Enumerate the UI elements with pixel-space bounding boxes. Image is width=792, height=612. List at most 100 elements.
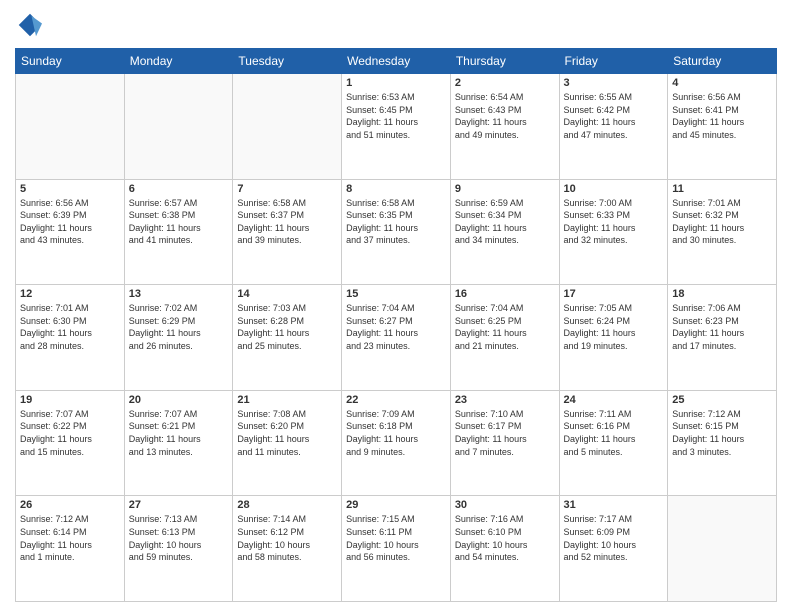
day-info: Sunrise: 6:53 AM Sunset: 6:45 PM Dayligh… [346,91,446,141]
calendar-cell: 25 Sunrise: 7:12 AM Sunset: 6:15 PM Dayli… [668,390,777,496]
day-number: 29 [346,499,446,511]
weekday-header: Sunday [16,49,125,74]
calendar-cell: 12 Sunrise: 7:01 AM Sunset: 6:30 PM Dayli… [16,285,125,391]
calendar-cell: 2 Sunrise: 6:54 AM Sunset: 6:43 PM Daylig… [450,74,559,180]
day-info: Sunrise: 7:07 AM Sunset: 6:21 PM Dayligh… [129,408,229,458]
day-number: 4 [672,77,772,89]
day-info: Sunrise: 7:13 AM Sunset: 6:13 PM Dayligh… [129,513,229,563]
day-number: 1 [346,77,446,89]
day-info: Sunrise: 7:06 AM Sunset: 6:23 PM Dayligh… [672,302,772,352]
day-info: Sunrise: 7:15 AM Sunset: 6:11 PM Dayligh… [346,513,446,563]
calendar-cell: 5 Sunrise: 6:56 AM Sunset: 6:39 PM Daylig… [16,179,125,285]
day-number: 25 [672,394,772,406]
day-number: 18 [672,288,772,300]
day-number: 30 [455,499,555,511]
day-number: 13 [129,288,229,300]
day-info: Sunrise: 7:04 AM Sunset: 6:27 PM Dayligh… [346,302,446,352]
weekday-header: Friday [559,49,668,74]
day-number: 21 [237,394,337,406]
logo-icon [15,10,45,40]
calendar-cell: 23 Sunrise: 7:10 AM Sunset: 6:17 PM Dayli… [450,390,559,496]
day-info: Sunrise: 6:55 AM Sunset: 6:42 PM Dayligh… [564,91,664,141]
weekday-header: Saturday [668,49,777,74]
day-number: 23 [455,394,555,406]
day-info: Sunrise: 7:12 AM Sunset: 6:15 PM Dayligh… [672,408,772,458]
calendar-cell: 11 Sunrise: 7:01 AM Sunset: 6:32 PM Dayli… [668,179,777,285]
calendar-cell: 16 Sunrise: 7:04 AM Sunset: 6:25 PM Dayli… [450,285,559,391]
calendar-cell: 21 Sunrise: 7:08 AM Sunset: 6:20 PM Dayli… [233,390,342,496]
calendar-cell: 22 Sunrise: 7:09 AM Sunset: 6:18 PM Dayli… [342,390,451,496]
day-number: 22 [346,394,446,406]
day-info: Sunrise: 7:07 AM Sunset: 6:22 PM Dayligh… [20,408,120,458]
day-number: 12 [20,288,120,300]
calendar-cell: 3 Sunrise: 6:55 AM Sunset: 6:42 PM Daylig… [559,74,668,180]
calendar-cell: 18 Sunrise: 7:06 AM Sunset: 6:23 PM Dayli… [668,285,777,391]
calendar-cell: 20 Sunrise: 7:07 AM Sunset: 6:21 PM Dayli… [124,390,233,496]
day-number: 10 [564,183,664,195]
day-number: 11 [672,183,772,195]
day-info: Sunrise: 7:17 AM Sunset: 6:09 PM Dayligh… [564,513,664,563]
day-info: Sunrise: 7:05 AM Sunset: 6:24 PM Dayligh… [564,302,664,352]
day-info: Sunrise: 7:02 AM Sunset: 6:29 PM Dayligh… [129,302,229,352]
weekday-header: Monday [124,49,233,74]
calendar-cell: 6Sunrise: 6:57 AM Sunset: 6:38 PM Daylig… [124,179,233,285]
calendar-cell: 31 Sunrise: 7:17 AM Sunset: 6:09 PM Dayli… [559,496,668,602]
day-info: Sunrise: 7:01 AM Sunset: 6:32 PM Dayligh… [672,197,772,247]
day-info: Sunrise: 7:14 AM Sunset: 6:12 PM Dayligh… [237,513,337,563]
calendar-cell: 24 Sunrise: 7:11 AM Sunset: 6:16 PM Dayli… [559,390,668,496]
day-number: 24 [564,394,664,406]
day-number: 7 [237,183,337,195]
day-number: 3 [564,77,664,89]
calendar-table: SundayMondayTuesdayWednesdayThursdayFrid… [15,48,777,602]
calendar-cell: 29 Sunrise: 7:15 AM Sunset: 6:11 PM Dayli… [342,496,451,602]
day-info: Sunrise: 6:58 AM Sunset: 6:37 PM Dayligh… [237,197,337,247]
page: SundayMondayTuesdayWednesdayThursdayFrid… [0,0,792,612]
calendar-cell [124,74,233,180]
header [15,10,777,40]
day-number: 17 [564,288,664,300]
calendar-cell: 7 Sunrise: 6:58 AM Sunset: 6:37 PM Daylig… [233,179,342,285]
day-info: Sunrise: 7:11 AM Sunset: 6:16 PM Dayligh… [564,408,664,458]
calendar-cell: 8 Sunrise: 6:58 AM Sunset: 6:35 PM Daylig… [342,179,451,285]
day-number: 15 [346,288,446,300]
day-number: 9 [455,183,555,195]
day-number: 27 [129,499,229,511]
calendar-cell: 13 Sunrise: 7:02 AM Sunset: 6:29 PM Dayli… [124,285,233,391]
calendar-cell: 9 Sunrise: 6:59 AM Sunset: 6:34 PM Daylig… [450,179,559,285]
calendar-cell: 10 Sunrise: 7:00 AM Sunset: 6:33 PM Dayli… [559,179,668,285]
calendar-cell: 26 Sunrise: 7:12 AM Sunset: 6:14 PM Dayli… [16,496,125,602]
day-number: 16 [455,288,555,300]
day-info: Sunrise: 7:01 AM Sunset: 6:30 PM Dayligh… [20,302,120,352]
weekday-header: Tuesday [233,49,342,74]
day-number: 8 [346,183,446,195]
weekday-header: Thursday [450,49,559,74]
weekday-header: Wednesday [342,49,451,74]
day-number: 31 [564,499,664,511]
day-info: Sunrise: 6:56 AM Sunset: 6:41 PM Dayligh… [672,91,772,141]
day-info: Sunrise: 7:09 AM Sunset: 6:18 PM Dayligh… [346,408,446,458]
day-info: Sunrise: 7:16 AM Sunset: 6:10 PM Dayligh… [455,513,555,563]
day-number: 6 [129,183,229,195]
day-info: Sunrise: 7:00 AM Sunset: 6:33 PM Dayligh… [564,197,664,247]
day-info: Sunrise: 6:58 AM Sunset: 6:35 PM Dayligh… [346,197,446,247]
calendar-cell [233,74,342,180]
calendar-cell: 28Sunrise: 7:14 AM Sunset: 6:12 PM Dayli… [233,496,342,602]
day-info: Sunrise: 7:12 AM Sunset: 6:14 PM Dayligh… [20,513,120,563]
day-number: 2 [455,77,555,89]
day-info: Sunrise: 6:59 AM Sunset: 6:34 PM Dayligh… [455,197,555,247]
calendar-cell: 30 Sunrise: 7:16 AM Sunset: 6:10 PM Dayli… [450,496,559,602]
day-info: Sunrise: 7:10 AM Sunset: 6:17 PM Dayligh… [455,408,555,458]
calendar-cell: 14Sunrise: 7:03 AM Sunset: 6:28 PM Dayli… [233,285,342,391]
day-info: Sunrise: 6:54 AM Sunset: 6:43 PM Dayligh… [455,91,555,141]
day-number: 14 [237,288,337,300]
day-number: 26 [20,499,120,511]
calendar-cell: 17 Sunrise: 7:05 AM Sunset: 6:24 PM Dayli… [559,285,668,391]
day-number: 20 [129,394,229,406]
day-info: Sunrise: 7:04 AM Sunset: 6:25 PM Dayligh… [455,302,555,352]
calendar-cell: 27 Sunrise: 7:13 AM Sunset: 6:13 PM Dayli… [124,496,233,602]
day-info: Sunrise: 7:08 AM Sunset: 6:20 PM Dayligh… [237,408,337,458]
calendar-cell: 1 Sunrise: 6:53 AM Sunset: 6:45 PM Daylig… [342,74,451,180]
day-number: 5 [20,183,120,195]
day-info: Sunrise: 6:56 AM Sunset: 6:39 PM Dayligh… [20,197,120,247]
calendar-cell [16,74,125,180]
